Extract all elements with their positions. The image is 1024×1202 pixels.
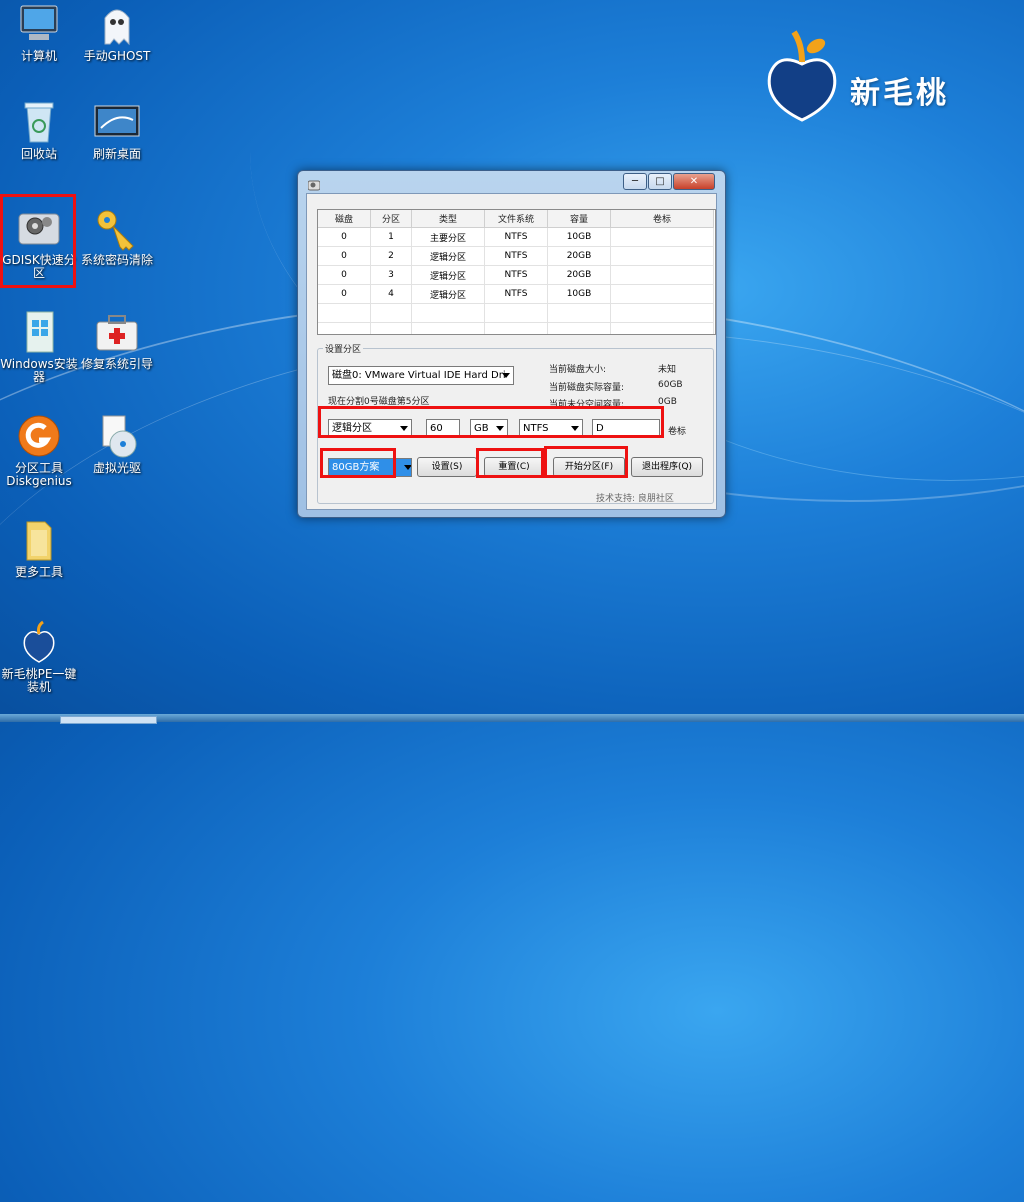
- settings-legend: 设置分区: [323, 342, 364, 355]
- repair-kit-icon: [93, 308, 141, 356]
- cell-partition: 2: [370, 246, 412, 266]
- folder-icon: [15, 516, 63, 564]
- cell-type: 逻辑分区: [411, 246, 485, 266]
- desktop-icon-ghost[interactable]: 手动GHOST: [78, 0, 156, 63]
- diskgenius-icon: [15, 412, 63, 460]
- cell-fs: NTFS: [484, 284, 548, 304]
- cell-capacity: 10GB: [547, 284, 611, 304]
- desktop-icon-computer[interactable]: 计算机: [0, 0, 78, 63]
- col-header-disk[interactable]: 磁盘: [318, 210, 371, 228]
- highlight-scheme: [320, 448, 396, 478]
- col-header-partition[interactable]: 分区: [370, 210, 412, 228]
- table-row[interactable]: 0 1 主要分区 NTFS 10GB: [318, 227, 714, 247]
- cell-type: 逻辑分区: [411, 265, 485, 285]
- desktop-icon-label: 系统密码清除: [80, 253, 153, 267]
- cell-partition: 3: [370, 265, 412, 285]
- table-row[interactable]: 0 3 逻辑分区 NTFS 20GB: [318, 265, 714, 285]
- desktop-icon-label: 手动GHOST: [83, 49, 151, 63]
- desktop-icon-virtual-drive[interactable]: 虚拟光驱: [78, 412, 156, 475]
- table-row-empty: [318, 322, 714, 334]
- desktop-icon-label: 计算机: [20, 49, 57, 63]
- col-header-fs[interactable]: 文件系统: [484, 210, 548, 228]
- app-icon: [307, 176, 321, 191]
- xinmaotao-peach-icon: [15, 618, 63, 666]
- taskbar-item[interactable]: [60, 716, 157, 724]
- desktop-icon-diskgenius[interactable]: 分区工具Diskgenius: [0, 412, 78, 488]
- desktop-icon-label: 修复系统引导: [80, 357, 153, 371]
- cell-partition: 4: [370, 284, 412, 304]
- desktop-icon-password-clear[interactable]: 系统密码清除: [78, 204, 156, 267]
- refresh-desktop-icon: [93, 98, 141, 146]
- desktop-icon-repair-boot[interactable]: 修复系统引导: [78, 308, 156, 371]
- maximize-button[interactable]: □: [648, 173, 672, 190]
- set-button[interactable]: 设置(S): [417, 457, 477, 477]
- cell-disk: 0: [318, 265, 371, 285]
- cell-capacity: 20GB: [547, 265, 611, 285]
- col-header-label[interactable]: 卷标: [610, 210, 714, 228]
- peach-logo-icon: [767, 30, 837, 122]
- volume-label-caption: 卷标: [668, 427, 687, 437]
- cell-fs: NTFS: [484, 246, 548, 266]
- table-row[interactable]: 0 4 逻辑分区 NTFS 10GB: [318, 284, 714, 304]
- desktop-icon-label: Windows安装器: [0, 357, 78, 384]
- cell-capacity: 20GB: [547, 246, 611, 266]
- desktop-icon-refresh[interactable]: 刷新桌面: [78, 98, 156, 161]
- cell-label: [610, 227, 714, 247]
- cell-fs: NTFS: [484, 265, 548, 285]
- chevron-down-icon: [502, 373, 510, 378]
- desktop-icon-recycle-bin[interactable]: 回收站: [0, 98, 78, 161]
- cell-disk: 0: [318, 246, 371, 266]
- cell-disk: 0: [318, 227, 371, 247]
- brand-logo: 新毛桃: [762, 22, 992, 122]
- recycle-bin-icon: [15, 98, 63, 146]
- disk-select[interactable]: 磁盘0: VMware Virtual IDE Hard Dri: [328, 366, 514, 385]
- desktop-icon-windows-installer[interactable]: Windows安装器: [0, 308, 78, 384]
- chevron-down-icon: [404, 465, 411, 470]
- table-row[interactable]: 0 2 逻辑分区 NTFS 20GB: [318, 246, 714, 266]
- desktop-icon-label: 新毛桃PE一键装机: [1, 667, 77, 694]
- cell-disk: 0: [318, 284, 371, 304]
- actual-capacity-label: 当前磁盘实际容量:: [549, 383, 625, 393]
- desktop-icon-label: 回收站: [20, 147, 57, 161]
- key-icon: [93, 204, 141, 252]
- highlight-start: [544, 446, 628, 478]
- exit-button[interactable]: 退出程序(Q): [631, 457, 703, 477]
- cell-label: [610, 246, 714, 266]
- cell-type: 主要分区: [411, 227, 485, 247]
- cell-label: [610, 284, 714, 304]
- desktop-icon-label: 虚拟光驱: [92, 461, 141, 475]
- desktop-icon-label: 更多工具: [14, 565, 63, 579]
- highlight-gdisk: [0, 194, 76, 288]
- close-button[interactable]: ✕: [673, 173, 715, 190]
- computer-icon: [15, 0, 63, 48]
- desktop-icon-xinmaotao-pe[interactable]: 新毛桃PE一键装机: [0, 618, 78, 694]
- disk-size-value: 未知: [658, 365, 677, 375]
- cell-partition: 1: [370, 227, 412, 247]
- support-text: 技术支持: 良朋社区: [596, 494, 674, 504]
- desktop-icon-label: 分区工具Diskgenius: [6, 461, 72, 488]
- table-header-row: 磁盘 分区 类型 文件系统 容量 卷标: [318, 210, 714, 228]
- actual-capacity-value: 60GB: [658, 380, 683, 390]
- cell-fs: NTFS: [484, 227, 548, 247]
- col-header-capacity[interactable]: 容量: [547, 210, 611, 228]
- col-header-type[interactable]: 类型: [411, 210, 485, 228]
- table-row-empty: [318, 303, 714, 323]
- brand-text: 新毛桃: [850, 76, 949, 111]
- cell-type: 逻辑分区: [411, 284, 485, 304]
- desktop-icon-label: 刷新桌面: [92, 147, 141, 161]
- highlight-partition-params: [318, 406, 664, 438]
- minimize-button[interactable]: ─: [623, 173, 647, 190]
- partition-table: 磁盘 分区 类型 文件系统 容量 卷标 0 1 主要分区 NTFS 10GB 0…: [317, 209, 716, 335]
- cell-label: [610, 265, 714, 285]
- desktop-icon-more-tools[interactable]: 更多工具: [0, 516, 78, 579]
- ghost-icon: [93, 0, 141, 48]
- windows-installer-icon: [15, 308, 63, 356]
- virtual-drive-icon: [93, 412, 141, 460]
- disk-size-label: 当前磁盘大小:: [549, 365, 607, 375]
- cell-capacity: 10GB: [547, 227, 611, 247]
- highlight-reset: [476, 448, 544, 478]
